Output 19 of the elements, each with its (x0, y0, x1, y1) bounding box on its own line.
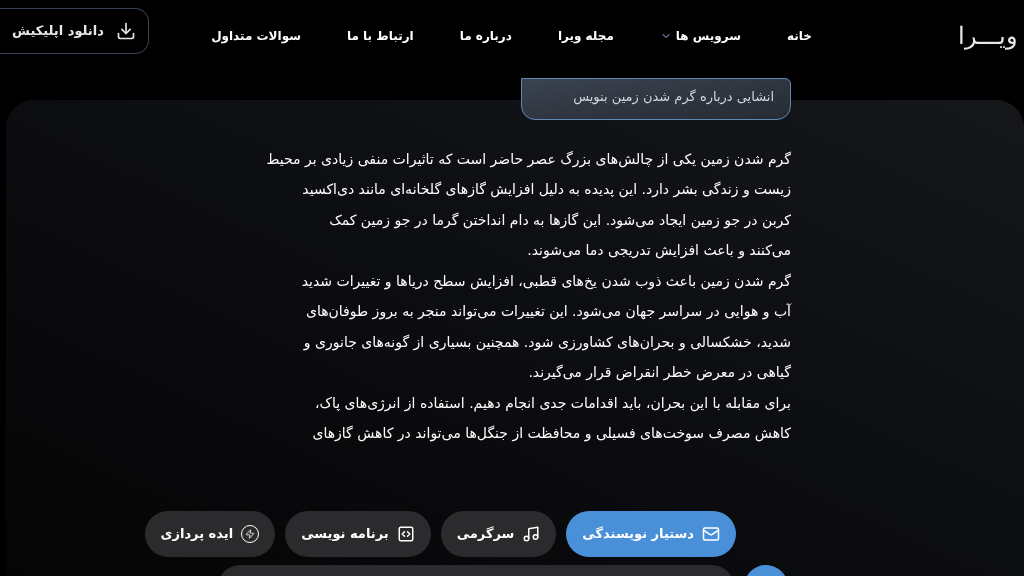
nav-link[interactable]: خانه (787, 27, 812, 45)
download-icon (115, 21, 136, 41)
user-message: انشایی درباره گرم شدن زمین بنویس (521, 78, 791, 120)
code-icon (396, 525, 415, 543)
answer-paragraph: گرم شدن زمین باعث ذوب شدن یخ‌های قطبی، افزایش سطح دریاها و تغییرات شدید آب و هوایی در سراسر جهان می‌شود. این تغییرات می‌تواند منجر به بروز طوفان‌های شدید، خشکسالی و بحران‌های کشاورزی شود. همچنین بسیاری از گونه‌های جانوری و گیاهی در معرض خطر انقراض قرار می‌گیرند. (300, 271, 791, 383)
music-note-icon (522, 525, 541, 543)
nav-link[interactable]: مجله ویرا (557, 27, 614, 45)
nav-link[interactable]: درباره ما (459, 27, 512, 45)
mode-chip[interactable]: سرگرمی (440, 511, 557, 557)
download-app-button[interactable]: دانلود اپلیکیش (0, 8, 149, 54)
logo[interactable]: ویـــرا (958, 18, 1018, 54)
nav-link[interactable]: ارتباط با ما (347, 27, 414, 45)
answer-paragraph: گرم شدن زمین یکی از چالش‌های بزرگ عصر حاضر است که تاثیرات منفی زیادی بر محیط زیست و زندگی بشر دارد. این پدیده به دلیل افزایش گازهای گلخانه‌ای مانند دی‌اکسید کربن در جو زمین ایجاد می‌شود. این گازها به دام انداختن گرما در جو زمین کمک می‌کنند و باعث افزایش تدریجی دما می‌شوند. (265, 149, 791, 261)
mode-chip[interactable]: ایده پردازی (144, 511, 276, 557)
envelope-icon (702, 525, 720, 543)
nav-link[interactable]: سوالات متداول (211, 27, 301, 45)
mode-chip[interactable]: برنامه نویسی (285, 511, 431, 557)
answer-paragraph: برای مقابله با این بحران، باید اقدامات جدی انجام دهیم. استفاده از انرژی‌های پاک، کاهش مصرف سوخت‌های فسیلی و محافظت از جنگل‌ها می‌تواند در کاهش گازهای (311, 393, 791, 444)
nav-link[interactable]: سرویس ها (659, 27, 742, 45)
